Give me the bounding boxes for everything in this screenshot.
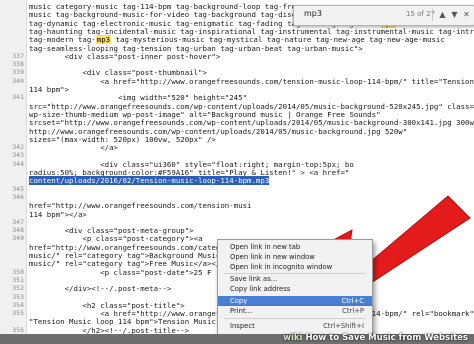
context-menu-lower[interactable]: Print... Ctrl+P Inspect Ctrl+Shift+I <box>217 306 373 335</box>
menu-item-open-incognito[interactable]: Open link in incognito window <box>218 262 372 272</box>
find-next-icon[interactable]: ▼ <box>449 9 460 21</box>
find-input[interactable]: mp3 <box>304 9 322 18</box>
menu-item-copy[interactable]: Copy Ctrl+C <box>218 296 372 306</box>
menu-item-print[interactable]: Print... Ctrl+P <box>218 306 372 316</box>
menu-item-copy-link-address[interactable]: Copy link address <box>218 284 372 294</box>
context-menu[interactable]: Open link in new tab Open link in new wi… <box>217 239 373 308</box>
find-bar-divider <box>432 9 433 21</box>
watermark: wiki How to Save Music from Websites <box>283 332 468 344</box>
find-prev-icon[interactable]: ▲ <box>437 9 448 21</box>
menu-item-save-link-as[interactable]: Save link as... <box>218 274 372 284</box>
menu-item-inspect[interactable]: Inspect Ctrl+Shift+I <box>218 321 372 331</box>
find-bar[interactable]: mp3 15 of 27 ▲ ▼ ✕ <box>293 5 474 26</box>
find-close-icon[interactable]: ✕ <box>461 9 472 21</box>
menu-item-open-new-tab[interactable]: Open link in new tab <box>218 242 372 252</box>
find-match-count: 15 of 27 <box>406 10 436 18</box>
menu-separator <box>224 318 366 319</box>
watermark-title: How to Save Music from Websites <box>305 333 468 343</box>
menu-item-open-new-window[interactable]: Open link in new window <box>218 252 372 262</box>
watermark-prefix: wiki <box>283 333 303 343</box>
